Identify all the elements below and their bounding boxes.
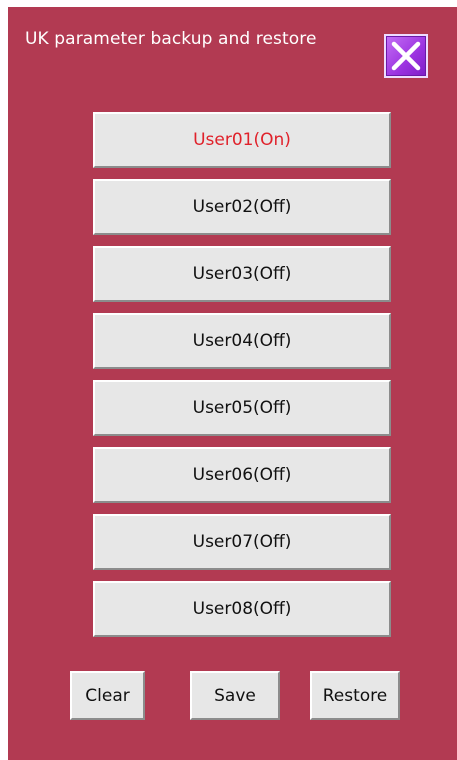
dialog-panel: UK parameter backup and restore User01(O… — [8, 7, 457, 760]
user-button-label: User03(Off) — [192, 264, 292, 284]
restore-button[interactable]: Restore — [310, 671, 400, 720]
user-button-01[interactable]: User01(On) — [93, 112, 391, 168]
user-button-label: User07(Off) — [192, 532, 292, 552]
dialog-title: UK parameter backup and restore — [25, 29, 317, 49]
save-button-label: Save — [214, 685, 256, 706]
clear-button[interactable]: Clear — [70, 671, 145, 720]
user-button-label: User05(Off) — [192, 398, 292, 418]
user-button-08[interactable]: User08(Off) — [93, 581, 391, 637]
user-button-label: User06(Off) — [192, 465, 292, 485]
user-button-label: User04(Off) — [192, 331, 292, 351]
user-button-07[interactable]: User07(Off) — [93, 514, 391, 570]
user-button-02[interactable]: User02(Off) — [93, 179, 391, 235]
user-button-03[interactable]: User03(Off) — [93, 246, 391, 302]
restore-button-label: Restore — [322, 685, 388, 706]
user-button-06[interactable]: User06(Off) — [93, 447, 391, 503]
user-button-label: User01(On) — [193, 130, 291, 150]
user-button-05[interactable]: User05(Off) — [93, 380, 391, 436]
close-button[interactable] — [384, 34, 428, 78]
user-button-04[interactable]: User04(Off) — [93, 313, 391, 369]
user-button-label: User08(Off) — [192, 599, 292, 619]
close-icon — [391, 41, 421, 71]
user-button-label: User02(Off) — [192, 197, 292, 217]
clear-button-label: Clear — [85, 685, 130, 706]
save-button[interactable]: Save — [190, 671, 280, 720]
